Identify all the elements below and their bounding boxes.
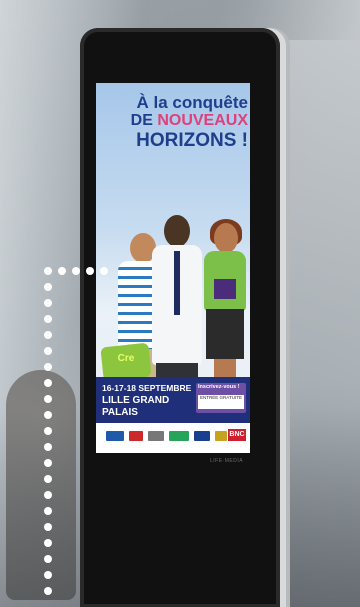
sponsor-logo <box>129 431 143 441</box>
poster-title-line2-a: DE <box>130 112 158 129</box>
poster-sponsor-strip: BNC <box>96 423 250 453</box>
poster-title-line2: DE NOUVEAUX <box>106 112 248 130</box>
poster-person-right-skirt <box>206 309 244 359</box>
photo-scene: À la conquête DE NOUVEAUX HORIZONS ! Cre… <box>0 0 360 607</box>
poster-cta-title: Inscrivez-vous ! <box>198 384 240 390</box>
sponsor-logo <box>194 431 210 441</box>
poster-person-right-head <box>214 223 238 253</box>
poster-title-line3: HORIZONS ! <box>136 130 248 151</box>
sponsor-logo <box>215 431 227 441</box>
sponsor-logo <box>169 431 189 441</box>
poster-dates: 16-17-18 SEPTEMBRE <box>102 383 192 393</box>
sponsor-logo <box>106 431 124 441</box>
poster-venue: LILLE GRAND PALAIS <box>102 395 170 418</box>
kiosk-screen-poster: À la conquête DE NOUVEAUX HORIZONS ! Cre… <box>96 83 250 453</box>
poster-title-line2-b: NOUVEAUX <box>157 112 248 129</box>
sponsor-logo <box>148 431 164 441</box>
poster-title-line1: À la conquête <box>136 93 248 112</box>
poster-person-right-book <box>214 279 236 299</box>
poster-person-center-tie <box>174 251 180 315</box>
poster-cta-subtitle: ENTRÉE GRATUITE <box>198 395 244 409</box>
kiosk-brand-label: LIFE·MEDIA <box>210 458 244 464</box>
poster-green-badge-label: Cre <box>117 353 135 364</box>
poster-person-center-head <box>164 215 190 247</box>
sponsor-logo-bnc: BNC <box>228 429 246 441</box>
digital-kiosk: À la conquête DE NOUVEAUX HORIZONS ! Cre… <box>80 28 280 607</box>
